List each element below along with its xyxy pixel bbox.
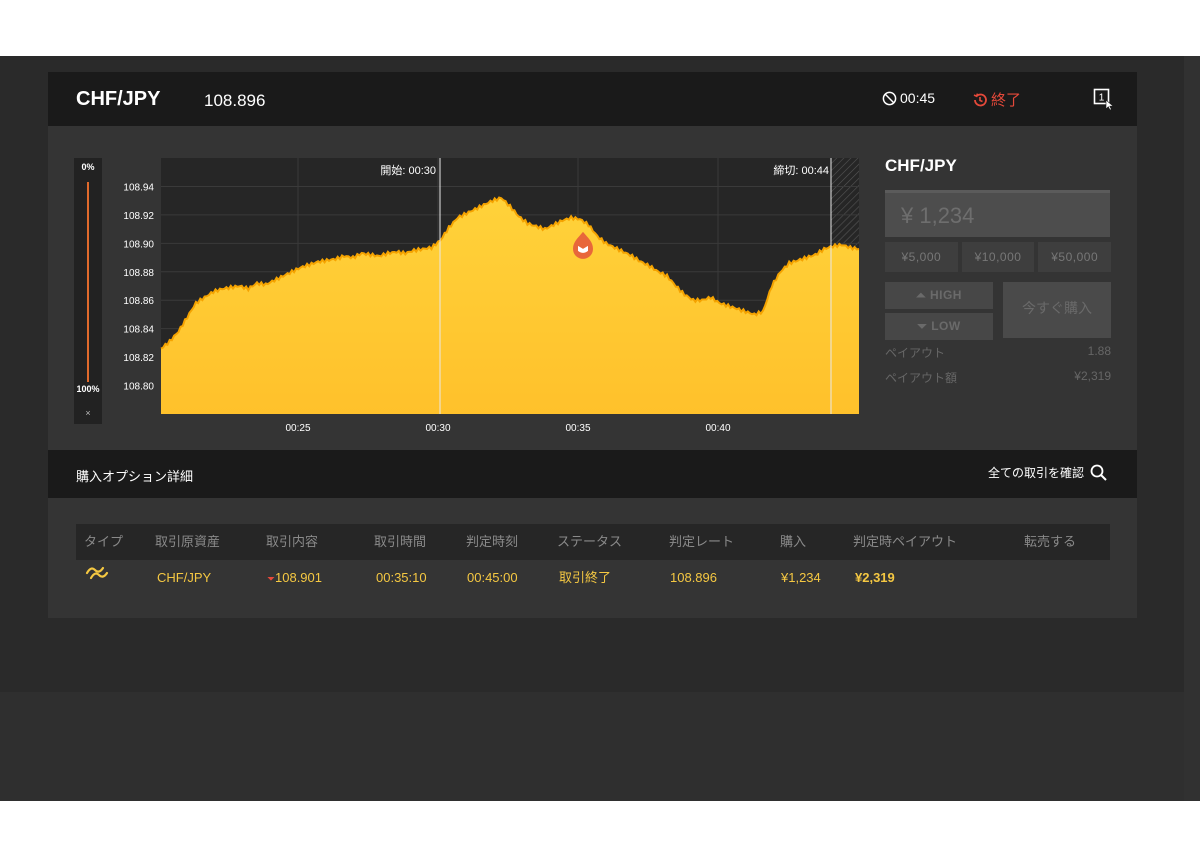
ended-label: 終了 [991, 92, 1022, 109]
row-payout: ¥2,319 [855, 570, 895, 585]
ended-status: 終了 [972, 89, 1021, 110]
quick-amount-10000[interactable]: ¥10,000 [961, 242, 1035, 272]
asset-pair-title: CHF/JPY [76, 88, 161, 110]
col-asset: 取引原資産 [155, 534, 221, 549]
low-button[interactable]: ⏷ LOW [885, 313, 993, 340]
asset-header: CHF/JPY 108.896 00:45 終了 1 [48, 72, 1137, 126]
slider-track[interactable] [87, 182, 89, 382]
payout-info: ペイアウト 1.88 ペイアウト額 ¥2,319 [885, 344, 1111, 386]
payout-amount-value: ¥2,319 [1074, 369, 1111, 383]
risk-slider[interactable]: 0% 100% × [74, 158, 102, 424]
search-icon [1090, 464, 1107, 481]
y-tick-label: 108.88 [123, 268, 154, 279]
row-asset: CHF/JPY [157, 570, 212, 585]
col-judge-rate: 判定レート [669, 534, 735, 549]
quick-amounts: ¥5,000 ¥10,000 ¥50,000 [885, 242, 1112, 272]
row-purchase: ¥1,234 [781, 570, 821, 585]
row-content: ⏷108.901 [267, 560, 322, 596]
bottom-area [0, 692, 1184, 801]
col-judge-time: 判定時刻 [466, 534, 519, 549]
row-status: 取引終了 [559, 570, 612, 585]
all-trades-label: 全ての取引を確認 [987, 466, 1084, 480]
payout-amount-label: ペイアウト額 [885, 371, 958, 385]
end-label: 締切: 00:44 [773, 163, 829, 177]
row-judge-rate: 108.896 [670, 570, 717, 585]
low-label: LOW [931, 319, 961, 333]
high-arrow-icon: ⏶ [916, 288, 927, 302]
low-direction-icon: ⏷ [267, 574, 275, 585]
slider-bottom-label: 100% [76, 384, 100, 394]
y-tick-label: 108.94 [123, 182, 154, 193]
y-tick-label: 108.90 [123, 239, 154, 250]
highlow-type-icon [84, 562, 110, 598]
x-tick-label: 00:25 [285, 423, 310, 434]
x-tick-label: 00:40 [705, 423, 730, 434]
col-content: 取引内容 [266, 534, 319, 549]
y-tick-label: 108.84 [123, 325, 154, 336]
col-type: タイプ [84, 534, 124, 549]
trade-panel: CHF/JPY 108.896 00:45 終了 1 0% 100% × 108… [48, 72, 1137, 618]
quick-amount-5000[interactable]: ¥5,000 [885, 242, 958, 272]
right-scroll-gutter [1184, 56, 1200, 801]
all-trades-link[interactable]: 全ての取引を確認 [988, 464, 1107, 481]
table-header: タイプ 取引原資産 取引内容 取引時間 判定時刻 ステータス 判定レート 購入 … [76, 524, 1110, 560]
trade-pair: CHF/JPY [885, 156, 957, 175]
purchase-options-header: 購入オプション詳細 全ての取引を確認 [48, 450, 1137, 498]
col-payout: 判定時ペイアウト [853, 534, 958, 549]
row-content-value: 108.901 [275, 570, 322, 585]
high-label: HIGH [929, 288, 962, 302]
direction-controls: ⏶ HIGH ⏷ LOW 今すぐ購入 [885, 282, 1111, 344]
current-price: 108.896 [204, 91, 266, 110]
remaining-timer: 00:45 [882, 90, 935, 106]
no-entry-icon [882, 91, 897, 105]
table-row[interactable]: CHF/JPY ⏷108.901 00:35:10 00:45:00 取引終了 … [76, 560, 1110, 596]
price-chart: 108.94 108.92 108.90 108.88 108.86 108.84 108.… [123, 158, 860, 434]
slider-top-label: 0% [81, 162, 95, 172]
app-shell: CHF/JPY 108.896 00:45 終了 1 0% 100% × 108… [0, 56, 1200, 801]
row-trade-time: 00:35:10 [376, 570, 427, 585]
col-resell: 転売する [1024, 534, 1077, 549]
start-label: 開始: 00:30 [380, 163, 436, 177]
options-table: タイプ 取引原資産 取引内容 取引時間 判定時刻 ステータス 判定レート 購入 … [76, 524, 1110, 596]
col-trade-time: 取引時間 [374, 534, 427, 549]
purchase-options-title: 購入オプション詳細 [76, 469, 194, 484]
trade-box: CHF/JPY ¥ 1,234 ¥5,000 ¥10,000 ¥50,000 ⏶… [885, 156, 1112, 386]
y-tick-label: 108.80 [123, 382, 154, 393]
svg-text:1: 1 [1099, 93, 1105, 104]
col-status: ステータス [557, 534, 623, 549]
payout-label: ペイアウト [885, 346, 946, 360]
payout-value: 1.88 [1087, 344, 1111, 358]
low-arrow-icon: ⏷ [917, 319, 928, 333]
x-tick-label: 00:30 [425, 423, 450, 434]
y-tick-label: 108.82 [123, 353, 154, 364]
slider-close-icon[interactable]: × [74, 408, 102, 418]
quick-amount-50000[interactable]: ¥50,000 [1038, 242, 1112, 272]
buy-now-button[interactable]: 今すぐ購入 [1003, 282, 1111, 338]
y-tick-label: 108.92 [123, 211, 154, 222]
timer-value: 00:45 [900, 90, 936, 106]
history-clock-icon [973, 92, 987, 106]
y-tick-label: 108.86 [123, 296, 154, 307]
x-tick-label: 00:35 [565, 423, 590, 434]
col-purchase: 購入 [780, 534, 807, 549]
row-judge-time: 00:45:00 [467, 570, 518, 585]
window-select-icon[interactable]: 1 [1093, 88, 1115, 115]
amount-input[interactable]: ¥ 1,234 [885, 190, 1110, 237]
high-button[interactable]: ⏶ HIGH [885, 282, 993, 309]
